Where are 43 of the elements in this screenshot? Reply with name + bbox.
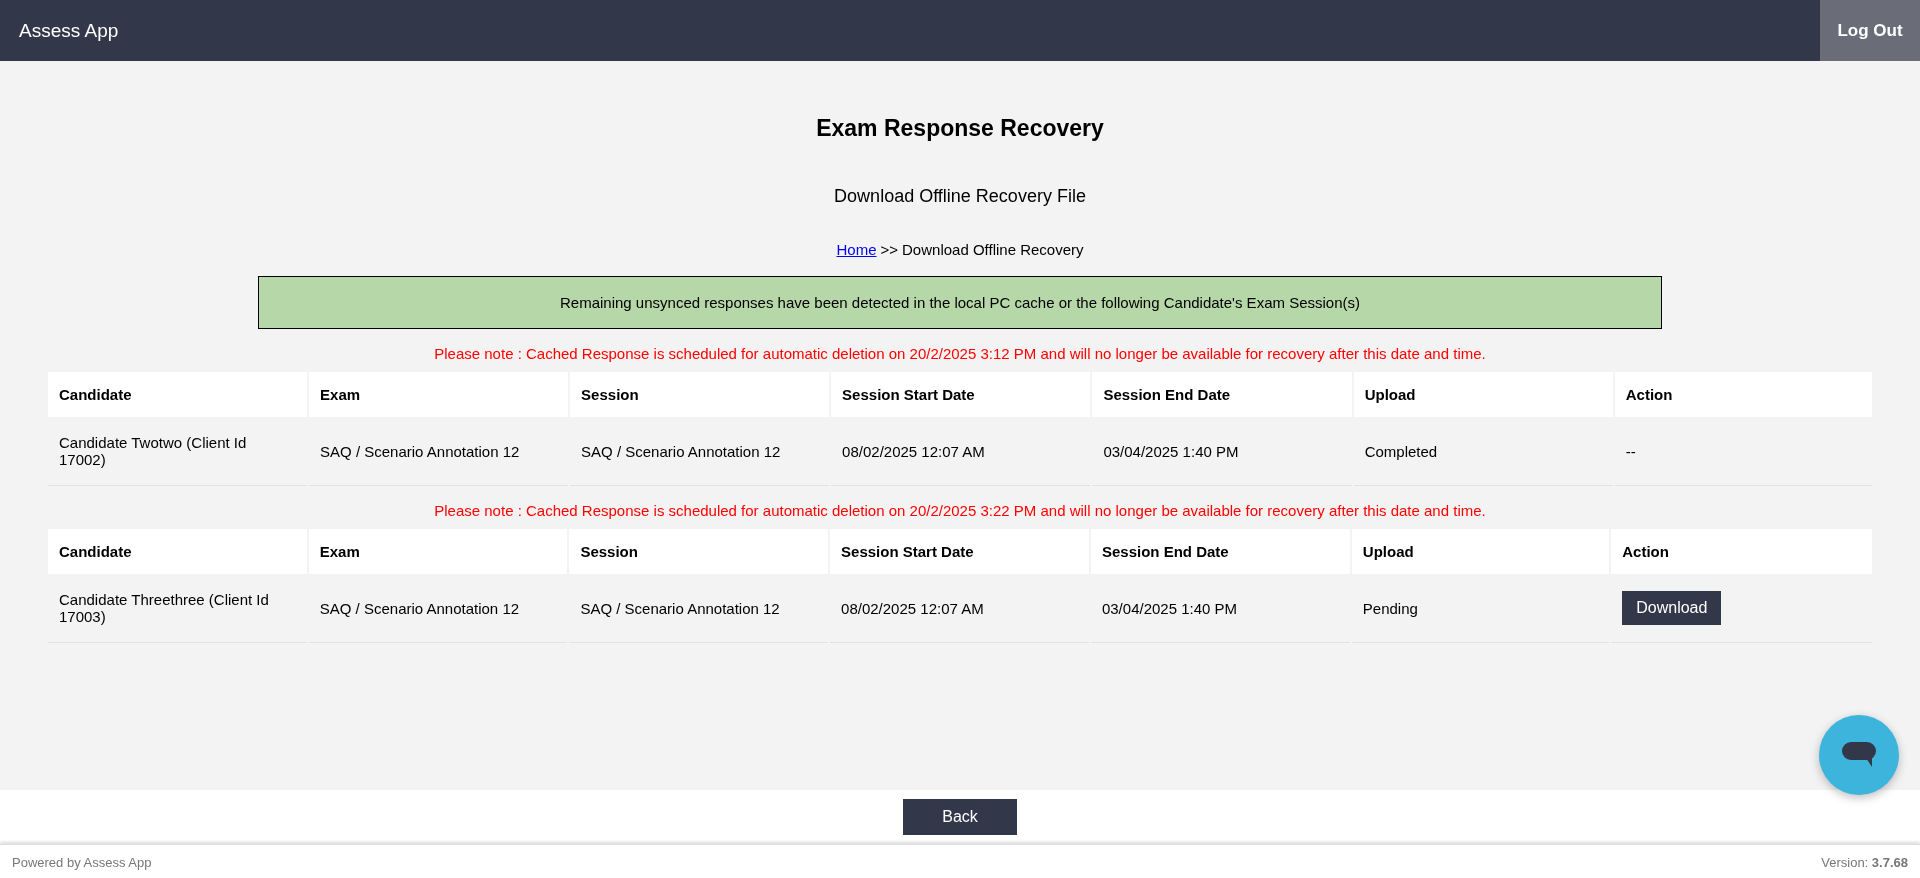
column-header: Upload xyxy=(1353,372,1613,417)
column-header: Session xyxy=(570,372,830,417)
column-header: Session End Date xyxy=(1090,529,1350,574)
table-cell: Candidate Threethree (Client Id 17003) xyxy=(48,574,307,643)
powered-by-text: Powered by Assess App xyxy=(12,854,152,870)
page-subtitle: Download Offline Recovery File xyxy=(834,186,1086,207)
table-cell: 03/04/2025 1:40 PM xyxy=(1090,574,1350,643)
table-cell: SAQ / Scenario Annotation 12 xyxy=(569,574,829,643)
column-header: Exam xyxy=(309,372,569,417)
deletion-note: Please note : Cached Response is scheduled for automatic deletion on 20/2/2025 3:12 PM and will no longer be available for recovery after this date and time. xyxy=(434,345,1486,362)
column-header: Candidate xyxy=(48,372,308,417)
chat-button[interactable] xyxy=(1819,715,1899,795)
column-header: Candidate xyxy=(48,529,307,574)
table-cell: SAQ / Scenario Annotation 12 xyxy=(308,574,568,643)
table-cell: Candidate Twotwo (Client Id 17002) xyxy=(48,417,308,486)
table-cell: -- xyxy=(1614,417,1872,486)
column-header: Upload xyxy=(1351,529,1610,574)
column-header: Session End Date xyxy=(1092,372,1352,417)
chat-bubble-icon xyxy=(1842,742,1876,768)
column-header: Action xyxy=(1614,372,1872,417)
table-cell: SAQ / Scenario Annotation 12 xyxy=(570,417,830,486)
back-button[interactable]: Back xyxy=(903,799,1017,835)
logout-button[interactable]: Log Out xyxy=(1820,0,1920,61)
breadcrumb-current: Download Offline Recovery xyxy=(902,241,1084,258)
version-text: Version: 3.7.68 xyxy=(1821,854,1908,870)
table-cell: 03/04/2025 1:40 PM xyxy=(1092,417,1352,486)
table-cell: 08/02/2025 12:07 AM xyxy=(830,574,1089,643)
table-cell: SAQ / Scenario Annotation 12 xyxy=(309,417,569,486)
column-header: Action xyxy=(1611,529,1872,574)
download-button[interactable]: Download xyxy=(1622,591,1722,625)
table-cell: Completed xyxy=(1353,417,1613,486)
breadcrumb-separator: >> xyxy=(880,241,899,258)
column-header: Session xyxy=(569,529,829,574)
page-title: Exam Response Recovery xyxy=(816,115,1104,142)
table-cell: Pending xyxy=(1351,574,1610,643)
column-header: Session Start Date xyxy=(831,372,1091,417)
info-banner: Remaining unsynced responses have been detected in the local PC cache or the following Candidate's Exam Session(s) xyxy=(258,276,1662,329)
table-cell: 08/02/2025 12:07 AM xyxy=(831,417,1091,486)
app-name: Assess App xyxy=(18,18,119,43)
deletion-note: Please note : Cached Response is scheduled for automatic deletion on 20/2/2025 3:22 PM and will no longer be available for recovery after this date and time. xyxy=(434,502,1486,519)
home-link[interactable]: Home xyxy=(836,241,877,258)
column-header: Exam xyxy=(308,529,568,574)
column-header: Session Start Date xyxy=(830,529,1089,574)
